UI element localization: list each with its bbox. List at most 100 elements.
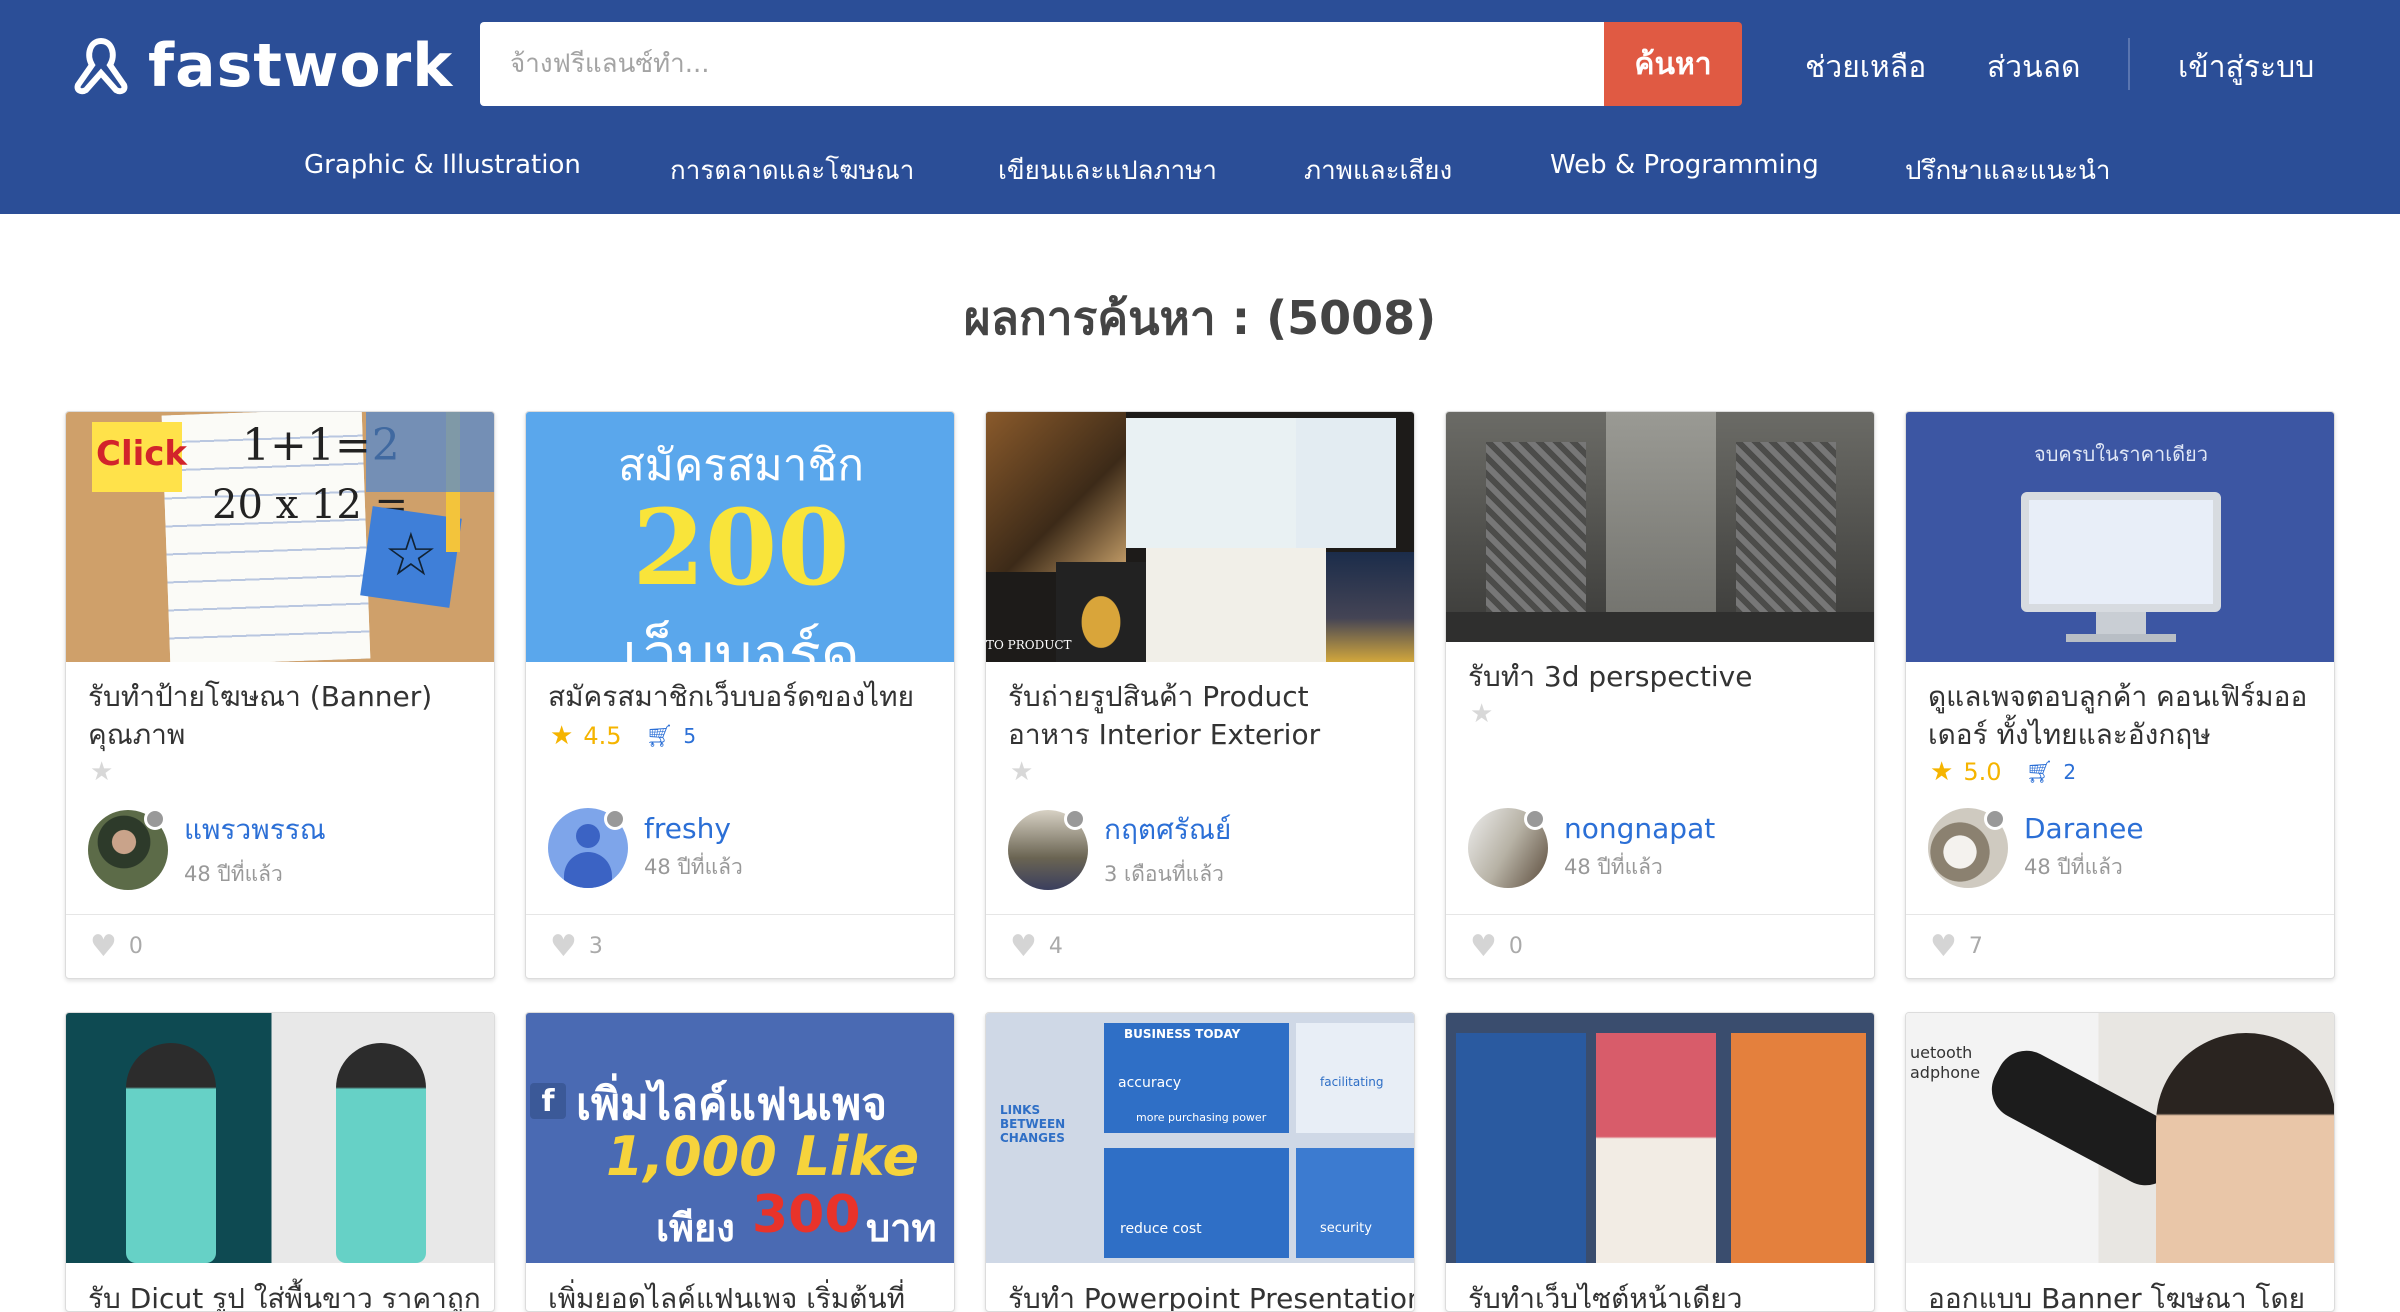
heart-icon[interactable]: ♥ [1010, 929, 1037, 964]
gig-title[interactable]: รับถ่ายรูปสินค้า Product อาหาร Interior … [986, 678, 1414, 754]
seller-info[interactable]: nongnapat 48 ปีที่แล้ว [1468, 808, 1715, 888]
seller-last-seen: 48 ปีที่แล้ว [2024, 855, 2123, 879]
gig-thumbnail[interactable]: uetooth adphone [1906, 1013, 2334, 1263]
thumb-floor [1446, 612, 1874, 642]
like-count: 3 [588, 934, 603, 959]
gig-title[interactable]: รับทำเว็บไซต์หน้าเดียว [1446, 1277, 1874, 1311]
category-writing[interactable]: เขียนและแปลภาษา [998, 150, 1217, 191]
thumb-text: Click [96, 434, 188, 474]
star-empty-icon: ★ [90, 757, 114, 787]
gig-card[interactable]: Click 1+1=2 20 x 12 = ☆ รับทำป้ายโฆษณา (… [65, 411, 495, 979]
category-marketing[interactable]: การตลาดและโฆษณา [670, 150, 914, 191]
gig-thumbnail[interactable]: BUSINESS TODAY accuracy more purchasing … [986, 1013, 1414, 1263]
star-empty-icon: ★ [1010, 757, 1034, 787]
star-icon: ★ [1930, 757, 1954, 787]
thumb-text: BUSINESS TODAY [1124, 1027, 1241, 1041]
star-icon: ★ [550, 721, 574, 751]
seller-name[interactable]: Daranee [2024, 812, 2144, 845]
gig-title[interactable]: รับ Dicut รูป ใส่พื้นขาว ราคาถูก [66, 1277, 494, 1311]
search-button[interactable]: ค้นหา [1604, 22, 1742, 106]
seller-last-seen: 48 ปีที่แล้ว [1564, 855, 1663, 879]
gig-card[interactable]: TO PRODUCT รับถ่ายรูปสินค้า Product อาหา… [985, 411, 1415, 979]
gig-card[interactable]: รับทำเว็บไซต์หน้าเดียว [1445, 1012, 1875, 1312]
seller-last-seen: 48 ปีที่แล้ว [644, 855, 743, 879]
thumb-person [2156, 1033, 2334, 1263]
facebook-icon: f [530, 1083, 566, 1119]
help-link[interactable]: ช่วยเหลือ [1805, 44, 1926, 91]
rating: ★ [1446, 696, 1874, 732]
gig-card[interactable]: BUSINESS TODAY accuracy more purchasing … [985, 1012, 1415, 1312]
header-divider [2128, 38, 2130, 90]
thumb-figure [336, 1043, 426, 1263]
thumb-text: uetooth [1910, 1043, 1973, 1062]
gig-thumbnail[interactable]: TO PRODUCT [986, 412, 1414, 662]
gig-title[interactable]: รับทำ 3d perspective [1446, 658, 1874, 696]
gig-card[interactable]: จบครบในราคาเดียว ดูแลเพจตอบลูกค้า คอนเฟิ… [1905, 411, 2335, 979]
fastwork-logo[interactable]: fastwork [68, 28, 453, 104]
gig-title[interactable]: สมัครสมาชิกเว็บบอร์ดของไทย [526, 678, 954, 716]
avatar-body [564, 852, 612, 888]
seller-name[interactable]: กฤตศรัณย์ [1104, 808, 1231, 852]
thumb-monitor [2021, 492, 2221, 612]
search-bar: ค้นหา [480, 22, 1742, 106]
gig-thumbnail[interactable] [66, 1013, 494, 1263]
gig-thumbnail[interactable]: จบครบในราคาเดียว [1906, 412, 2334, 662]
gig-title[interactable]: ดูแลเพจตอบลูกค้า คอนเฟิร์มออเดอร์ ทั้งไท… [1906, 678, 2334, 754]
heart-icon[interactable]: ♥ [90, 929, 117, 964]
thumb-blue-pad [366, 412, 494, 492]
gig-card[interactable]: สมัครสมาชิก 200 เว็บบอร์ด สมัครสมาชิกเว็… [525, 411, 955, 979]
login-link[interactable]: เข้าสู่ระบบ [2178, 44, 2314, 91]
thumb-webpage [1731, 1033, 1866, 1263]
status-dot [144, 808, 166, 830]
rating: ★ [986, 754, 1414, 790]
category-consult[interactable]: ปรึกษาและแนะนำ [1905, 150, 2110, 191]
seller-name[interactable]: freshy [644, 812, 743, 845]
card-footer: ♥ 3 [526, 914, 954, 978]
heart-icon[interactable]: ♥ [550, 929, 577, 964]
thumb-monitor-stand [2096, 612, 2146, 636]
gig-card[interactable]: uetooth adphone ออกแบบ Banner โฆษณา โดย [1905, 1012, 2335, 1312]
seller-name[interactable]: แพรวพรรณ [184, 808, 326, 852]
like-count: 0 [1508, 934, 1523, 959]
gig-title[interactable]: ออกแบบ Banner โฆษณา โดย [1906, 1277, 2334, 1311]
category-graphic[interactable]: Graphic & Illustration [304, 150, 581, 180]
thumb-text: adphone [1910, 1063, 1981, 1082]
gig-title[interactable]: เพิ่มยอดไลค์แฟนเพจ เริ่มต้นที่ [526, 1277, 954, 1311]
thumb-text: more purchasing power [1136, 1111, 1267, 1124]
rating-value: 5.0 [1963, 758, 2002, 786]
gig-thumbnail[interactable]: Click 1+1=2 20 x 12 = ☆ [66, 412, 494, 662]
thumb-text: 1,000 Like [606, 1125, 920, 1188]
gig-thumbnail[interactable] [1446, 1013, 1874, 1263]
category-web[interactable]: Web & Programming [1550, 150, 1819, 180]
gig-thumbnail[interactable]: f เพิ่มไลค์แฟนเพจ 1,000 Like เพียง 300 บ… [526, 1013, 954, 1263]
seller-info[interactable]: freshy 48 ปีที่แล้ว [548, 808, 743, 888]
rating: ★ 4.5 🛒︎ 5 [526, 718, 954, 754]
gig-title[interactable]: รับทำป้ายโฆษณา (Banner) คุณภาพ [66, 678, 494, 754]
seller-name[interactable]: nongnapat [1564, 812, 1715, 845]
thumb-product-sheet [1296, 418, 1396, 548]
avatar-head [576, 824, 600, 848]
thumb-night-photo [1326, 552, 1414, 662]
seller-last-seen: 48 ปีที่แล้ว [184, 862, 283, 886]
discount-link[interactable]: ส่วนลด [1987, 44, 2081, 91]
thumb-text: LINKS BETWEEN CHANGES [1000, 1103, 1066, 1145]
seller-info[interactable]: กฤตศรัณย์ 3 เดือนที่แล้ว [1008, 808, 1231, 891]
heart-icon[interactable]: ♥ [1470, 929, 1497, 964]
card-footer: ♥ 4 [986, 914, 1414, 978]
gig-thumbnail[interactable]: สมัครสมาชิก 200 เว็บบอร์ด [526, 412, 954, 662]
site-header: fastwork ค้นหา ช่วยเหลือ ส่วนลด เข้าสู่ร… [0, 0, 2400, 214]
thumb-text: 300 [752, 1185, 861, 1245]
gig-card[interactable]: f เพิ่มไลค์แฟนเพจ 1,000 Like เพียง 300 บ… [525, 1012, 955, 1312]
category-audio-video[interactable]: ภาพและเสียง [1304, 150, 1452, 191]
gig-thumbnail[interactable] [1446, 412, 1874, 642]
gig-card[interactable]: รับทำ 3d perspective ★ nongnapat 48 ปีที… [1445, 411, 1875, 979]
gig-card[interactable]: รับ Dicut รูป ใส่พื้นขาว ราคาถูก [65, 1012, 495, 1312]
thumb-text: บาท [866, 1206, 937, 1250]
seller-info[interactable]: แพรวพรรณ 48 ปีที่แล้ว [88, 808, 326, 891]
search-input[interactable] [480, 22, 1604, 106]
cart-icon: 🛒︎ [645, 723, 674, 749]
gig-title[interactable]: รับทำ Powerpoint Presentation [986, 1277, 1414, 1311]
heart-icon[interactable]: ♥ [1930, 929, 1957, 964]
seller-info[interactable]: Daranee 48 ปีที่แล้ว [1928, 808, 2144, 888]
thumb-webpage [1456, 1033, 1586, 1263]
